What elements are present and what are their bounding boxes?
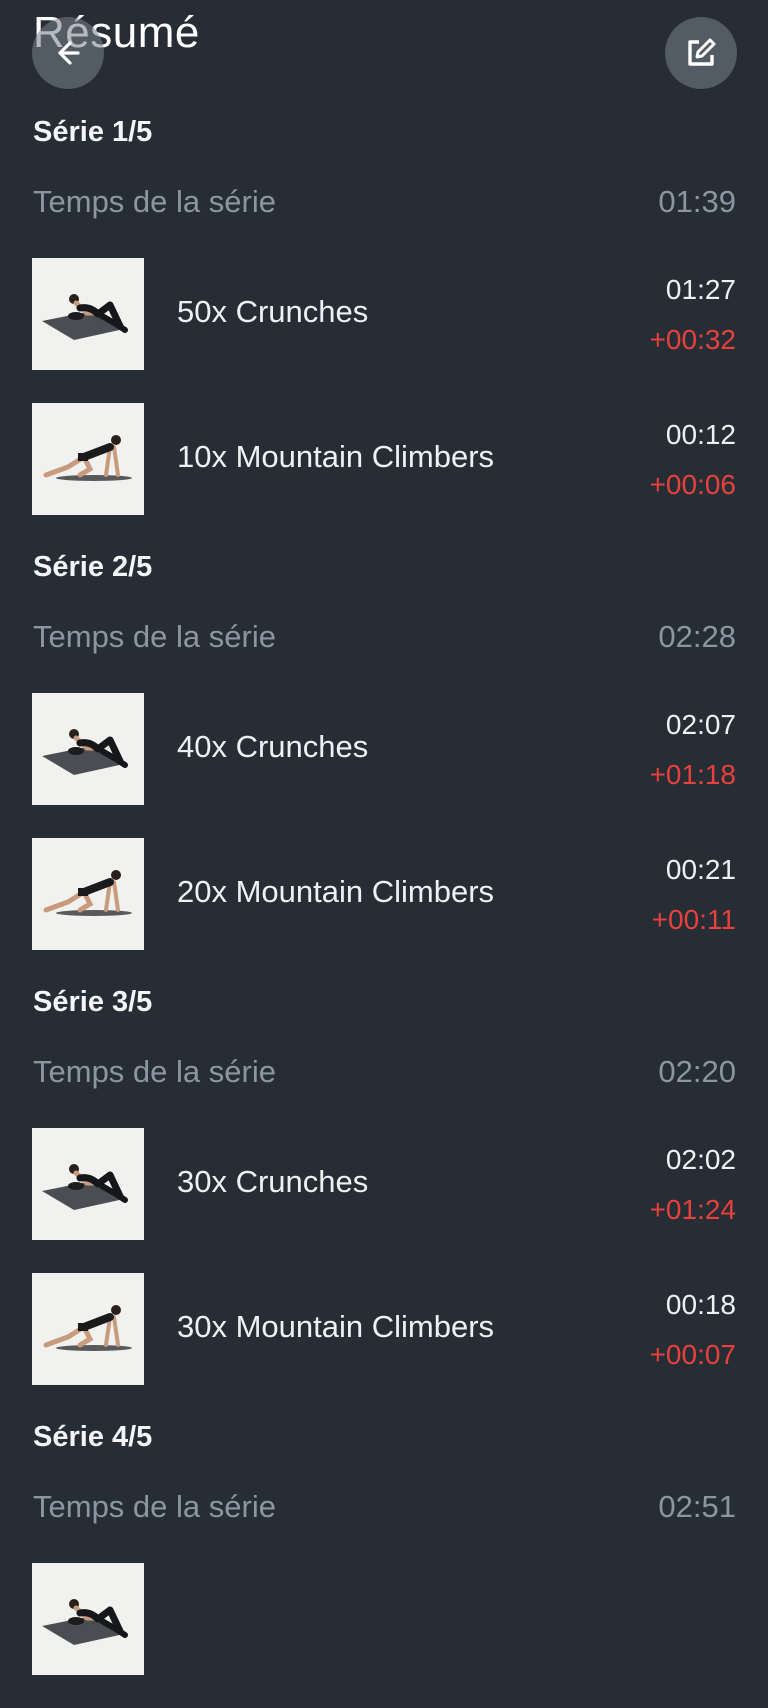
mountain-climbers-image bbox=[32, 403, 144, 515]
exercise-time: 00:12 bbox=[665, 419, 736, 450]
serie-time-row: Temps de la série 01:39 bbox=[0, 154, 768, 258]
exercise-thumbnail bbox=[32, 1563, 144, 1675]
crunches-image bbox=[32, 693, 144, 805]
serie-label: Série 1/5 bbox=[33, 116, 153, 148]
serie-time-label: Temps de la série bbox=[33, 1489, 276, 1524]
serie-section: Série 2/5 Temps de la série 02:28 40x Crun… bbox=[0, 545, 768, 983]
exercise-thumbnail bbox=[32, 1273, 144, 1385]
serie-section: Série 4/5 Temps de la série 02:51 bbox=[0, 1415, 768, 1708]
exercise-delta: +00:06 bbox=[649, 469, 736, 500]
exercise-delta: +00:07 bbox=[649, 1339, 736, 1370]
serie-label: Série 2/5 bbox=[33, 551, 153, 583]
exercise-delta: +00:32 bbox=[649, 324, 736, 355]
mountain-climbers-image bbox=[32, 1273, 144, 1385]
exercise-thumbnail bbox=[32, 403, 144, 515]
exercise-time: 00:18 bbox=[665, 1289, 736, 1320]
exercise-name: 20x Mountain Climbers bbox=[177, 874, 495, 909]
crunches-image bbox=[32, 1563, 144, 1675]
exercise-row[interactable]: 40x Crunches 02:07 +01:18 bbox=[0, 693, 768, 838]
edit-icon bbox=[688, 38, 716, 66]
exercise-row[interactable]: 30x Crunches 02:02 +01:24 bbox=[0, 1128, 768, 1273]
summary-list: Série 1/5 Temps de la série 01:39 50x Crun… bbox=[0, 110, 768, 1708]
header: Résumé bbox=[0, 0, 768, 110]
serie-time-value: 02:20 bbox=[658, 1054, 736, 1089]
exercise-name: 10x Mountain Climbers bbox=[177, 439, 495, 474]
serie-time-value: 02:28 bbox=[658, 619, 736, 654]
exercise-time: 00:21 bbox=[665, 854, 736, 885]
serie-section: Série 3/5 Temps de la série 02:20 30x Crun… bbox=[0, 980, 768, 1418]
exercise-delta: +00:11 bbox=[651, 904, 736, 935]
exercise-thumbnail bbox=[32, 1128, 144, 1240]
exercise-name: 30x Mountain Climbers bbox=[177, 1309, 495, 1344]
exercise-time: 02:02 bbox=[665, 1144, 736, 1175]
exercise-name: 30x Crunches bbox=[177, 1164, 369, 1199]
exercise-thumbnail bbox=[32, 258, 144, 370]
serie-time-value: 01:39 bbox=[658, 184, 736, 219]
exercise-name: 50x Crunches bbox=[177, 294, 369, 329]
exercise-name: 40x Crunches bbox=[177, 729, 369, 764]
exercise-delta: +01:18 bbox=[649, 759, 736, 790]
exercise-thumbnail bbox=[32, 693, 144, 805]
serie-label: Série 4/5 bbox=[33, 1421, 153, 1453]
exercise-row[interactable]: 10x Mountain Climbers 00:12 +00:06 bbox=[0, 403, 768, 548]
exercise-row[interactable]: 20x Mountain Climbers 00:21 +00:11 bbox=[0, 838, 768, 983]
exercise-row[interactable]: 30x Mountain Climbers 00:18 +00:07 bbox=[0, 1273, 768, 1418]
crunches-image bbox=[32, 1128, 144, 1240]
serie-section: Série 1/5 Temps de la série 01:39 50x Crun… bbox=[0, 110, 768, 548]
exercise-row[interactable]: 50x Crunches 01:27 +00:32 bbox=[0, 258, 768, 403]
exercise-delta: +01:24 bbox=[649, 1194, 736, 1225]
exercise-row[interactable] bbox=[0, 1563, 768, 1708]
arrow-left-icon bbox=[58, 41, 80, 65]
exercise-thumbnail bbox=[32, 838, 144, 950]
exercise-time: 02:07 bbox=[665, 709, 736, 740]
mountain-climbers-image bbox=[32, 838, 144, 950]
serie-time-row: Temps de la série 02:28 bbox=[0, 589, 768, 693]
edit-button[interactable] bbox=[665, 17, 737, 89]
serie-time-row: Temps de la série 02:51 bbox=[0, 1459, 768, 1563]
back-button[interactable] bbox=[32, 17, 104, 89]
exercise-time: 01:27 bbox=[665, 274, 736, 305]
serie-time-label: Temps de la série bbox=[33, 619, 276, 654]
serie-time-label: Temps de la série bbox=[33, 184, 276, 219]
crunches-image bbox=[32, 258, 144, 370]
serie-time-row: Temps de la série 02:20 bbox=[0, 1024, 768, 1128]
serie-label: Série 3/5 bbox=[33, 986, 153, 1018]
serie-time-value: 02:51 bbox=[658, 1489, 736, 1524]
serie-time-label: Temps de la série bbox=[33, 1054, 276, 1089]
